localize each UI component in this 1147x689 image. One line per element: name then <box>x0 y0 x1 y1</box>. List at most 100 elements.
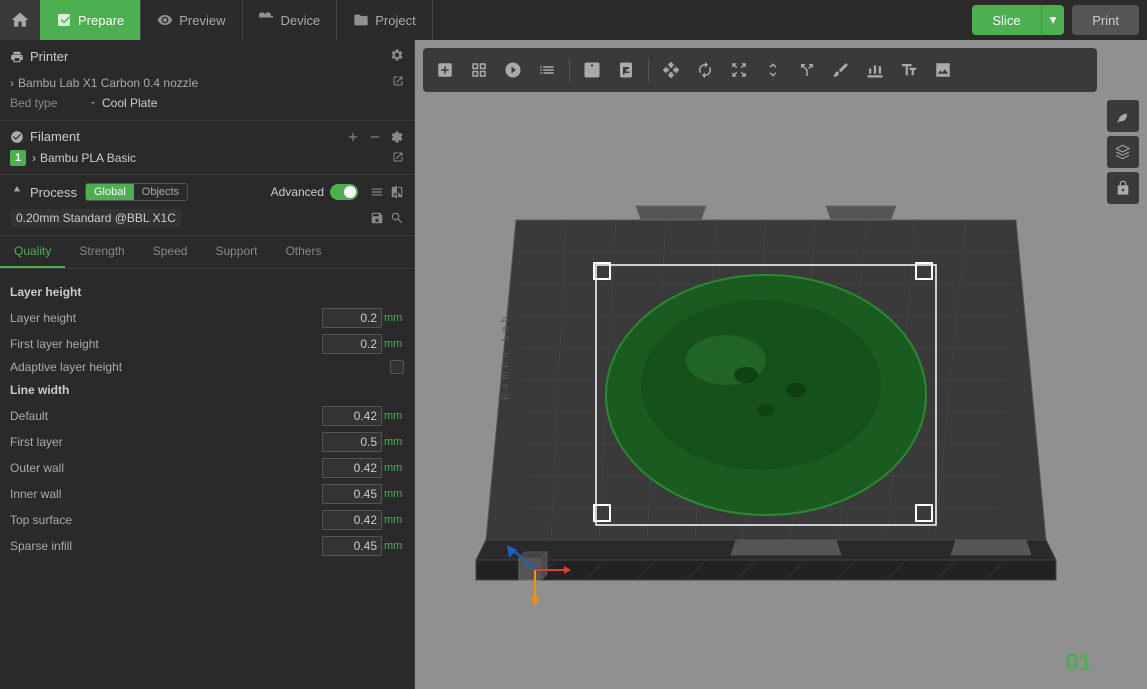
tab-project[interactable]: Project <box>337 0 432 40</box>
preset-selector[interactable]: 0.20mm Standard @BBL X1C <box>10 209 182 227</box>
tab-prepare[interactable]: Prepare <box>40 0 141 40</box>
preview-icon <box>157 12 173 28</box>
toolbar-scale[interactable] <box>723 54 755 86</box>
setting-sparse-infill-width-value: mm <box>322 536 404 556</box>
default-width-input[interactable] <box>322 406 382 426</box>
toolbar-more[interactable] <box>927 54 959 86</box>
add-object-icon <box>436 61 454 79</box>
bed-type-chevron-icon <box>88 98 98 108</box>
topbar: Prepare Preview Device Project Slice ▾ P… <box>0 0 1147 40</box>
p-icon <box>617 61 635 79</box>
setting-outer-wall-width: Outer wall mm <box>10 455 404 481</box>
setting-default-width: Default mm <box>10 403 404 429</box>
flatten-icon <box>764 61 782 79</box>
filament-remove-icon[interactable] <box>368 130 382 144</box>
plate-icon <box>583 61 601 79</box>
slice-button[interactable]: Slice <box>972 5 1040 35</box>
viewport-iso-view[interactable] <box>1107 136 1139 168</box>
toolbar-add-object[interactable] <box>429 54 461 86</box>
layer-height-group-label: Layer height <box>10 285 404 299</box>
bed-type-row: Bed type Cool Plate <box>10 94 404 112</box>
toolbar-p-button[interactable] <box>610 54 642 86</box>
left-panel: Printer › Bambu Lab X1 Carbon 0.4 nozzle… <box>0 40 415 689</box>
first-layer-width-input[interactable] <box>322 432 382 452</box>
toolbar-auto[interactable] <box>497 54 529 86</box>
svg-text:Bambu Lab: Bambu Lab <box>500 312 511 399</box>
object-list-icon <box>538 61 556 79</box>
print-button[interactable]: Print <box>1072 5 1139 35</box>
outer-wall-width-input[interactable] <box>322 458 382 478</box>
toolbar-move[interactable] <box>655 54 687 86</box>
bed-svg: Bambu Lab <box>456 120 1076 650</box>
preset-search-icon[interactable] <box>390 211 404 225</box>
toolbar-rotate[interactable] <box>689 54 721 86</box>
main-layout: Printer › Bambu Lab X1 Carbon 0.4 nozzle… <box>0 40 1147 689</box>
tab-preview[interactable]: Preview <box>141 0 242 40</box>
setting-outer-wall-width-value: mm <box>322 458 404 478</box>
toggle-objects[interactable]: Objects <box>134 184 187 200</box>
home-icon <box>10 10 30 30</box>
printer-icon <box>10 50 24 64</box>
viewport-lock[interactable] <box>1107 172 1139 204</box>
toolbar-text[interactable] <box>893 54 925 86</box>
bed-type-selector[interactable]: Cool Plate <box>88 96 157 110</box>
process-list-icon[interactable] <box>370 185 384 199</box>
toolbar-paint[interactable] <box>825 54 857 86</box>
tab-others[interactable]: Others <box>271 236 335 268</box>
filament-link-icon <box>392 151 404 163</box>
process-icon <box>10 185 24 199</box>
viewport-background: ✕ <box>415 40 1147 689</box>
printer-name: › Bambu Lab X1 Carbon 0.4 nozzle <box>10 76 198 90</box>
filament-external-link[interactable] <box>392 151 404 166</box>
device-icon <box>259 12 275 28</box>
filament-add-icon[interactable] <box>346 130 360 144</box>
filament-header: Filament <box>10 129 404 144</box>
filament-gear-icon[interactable] <box>390 130 404 144</box>
setting-first-layer-height-value: mm <box>322 334 404 354</box>
process-advanced: Advanced <box>271 184 358 200</box>
tab-support[interactable]: Support <box>201 236 271 268</box>
printer-external-link[interactable] <box>392 75 404 90</box>
process-compare-icon[interactable] <box>390 185 404 199</box>
toolbar-flatten[interactable] <box>757 54 789 86</box>
tab-quality[interactable]: Quality <box>0 236 65 268</box>
toolbar-split[interactable] <box>791 54 823 86</box>
viewport-right-buttons <box>1107 100 1139 204</box>
top-surface-width-input[interactable] <box>322 510 382 530</box>
printer-section: Printer › Bambu Lab X1 Carbon 0.4 nozzle… <box>0 40 414 121</box>
filament-name[interactable]: › Bambu PLA Basic <box>32 151 386 165</box>
first-layer-height-input[interactable] <box>322 334 382 354</box>
viewport-reset-view[interactable] <box>1107 100 1139 132</box>
tab-strength[interactable]: Strength <box>65 236 138 268</box>
setting-first-layer-width: First layer mm <box>10 429 404 455</box>
auto-icon <box>504 61 522 79</box>
process-section: Process Global Objects Advanced 0.20mm S… <box>0 175 414 236</box>
toggle-global[interactable]: Global <box>86 184 134 200</box>
toolbar-support-paint[interactable] <box>859 54 891 86</box>
rotate-icon <box>696 61 714 79</box>
preset-save-icon[interactable] <box>370 211 384 225</box>
filament-icons <box>346 130 404 144</box>
advanced-toggle[interactable] <box>330 184 358 200</box>
quality-tabs: Quality Strength Speed Support Others <box>0 236 414 269</box>
printer-label: Printer <box>30 49 68 64</box>
toolbar-grid[interactable] <box>463 54 495 86</box>
tab-device[interactable]: Device <box>243 0 338 40</box>
layer-height-input[interactable] <box>322 308 382 328</box>
toolbar-plate[interactable] <box>576 54 608 86</box>
viewport: ✕ <box>415 40 1147 689</box>
home-button[interactable] <box>0 0 40 40</box>
sparse-infill-width-input[interactable] <box>322 536 382 556</box>
setting-layer-height-value: mm <box>322 308 404 328</box>
tab-speed[interactable]: Speed <box>139 236 202 268</box>
setting-first-layer-width-value: mm <box>322 432 404 452</box>
bed-type-label: Bed type <box>10 96 80 110</box>
toolbar-object-list[interactable] <box>531 54 563 86</box>
slice-dropdown-button[interactable]: ▾ <box>1041 5 1065 35</box>
adaptive-layer-height-checkbox[interactable] <box>390 360 404 374</box>
inner-wall-width-input[interactable] <box>322 484 382 504</box>
filament-number: 1 <box>10 150 26 166</box>
settings-area: Layer height Layer height mm First layer… <box>0 269 414 689</box>
printer-gear-button[interactable] <box>390 48 404 65</box>
preset-actions <box>370 211 404 225</box>
